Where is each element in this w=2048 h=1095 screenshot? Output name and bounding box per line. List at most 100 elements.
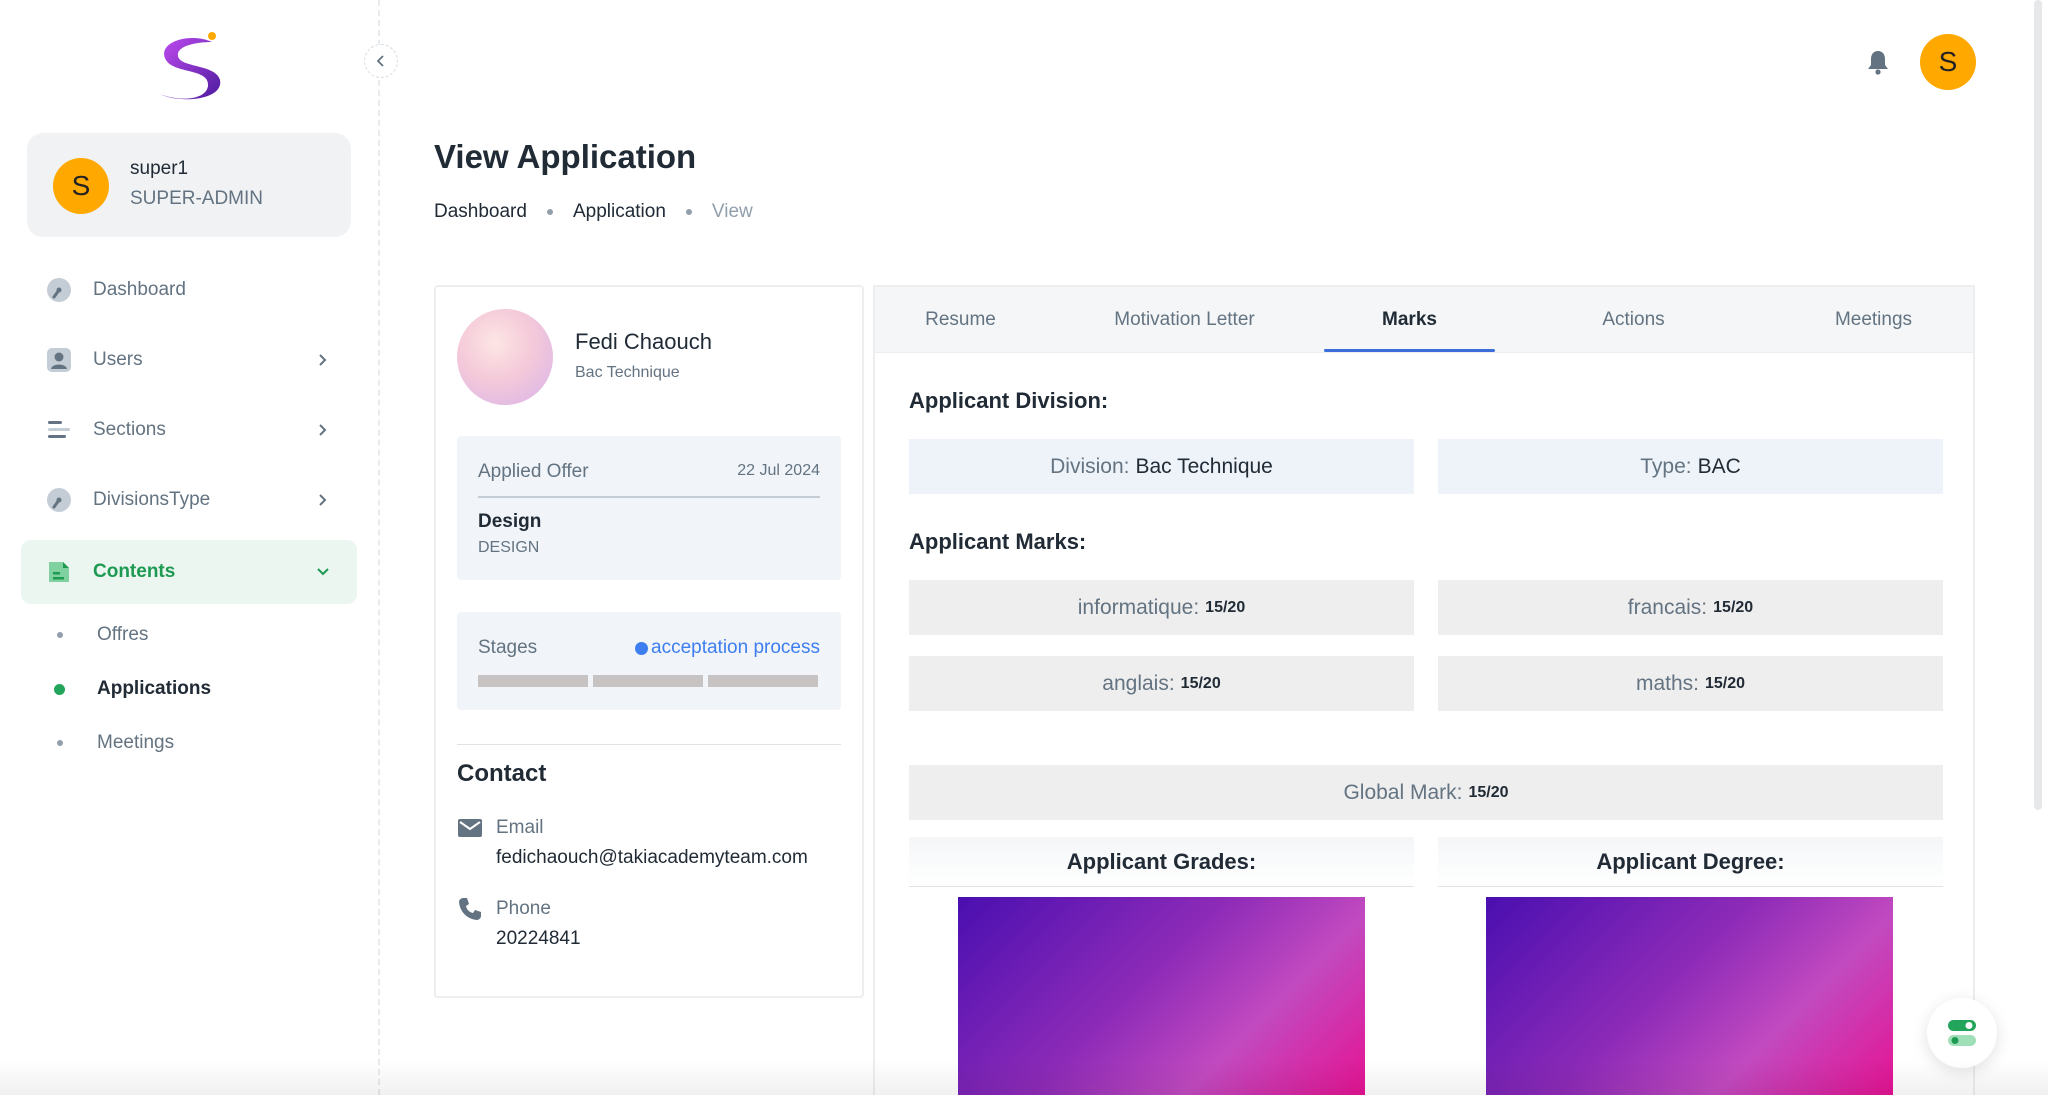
stage-progress-segment bbox=[478, 675, 588, 687]
sections-icon bbox=[46, 417, 72, 443]
nav-item-users[interactable]: Users bbox=[21, 328, 357, 392]
applied-offer-label: Applied Offer bbox=[478, 461, 589, 482]
chevron-right-icon bbox=[311, 418, 335, 442]
email-icon bbox=[458, 819, 482, 837]
breadcrumb-link-dashboard[interactable]: Dashboard bbox=[434, 201, 527, 223]
offer-code: DESIGN bbox=[478, 539, 540, 556]
subject-label: informatique: bbox=[1077, 595, 1200, 619]
notification-bell-icon[interactable] bbox=[1864, 48, 1892, 76]
subject-label: francais: bbox=[1627, 595, 1708, 619]
status-dot-icon bbox=[635, 641, 648, 655]
tab-actions[interactable]: Actions bbox=[1495, 287, 1772, 353]
applicant-profile-card: Fedi Chaouch Bac Technique Applied Offer… bbox=[434, 285, 864, 998]
grades-document-image[interactable] bbox=[958, 897, 1365, 1095]
divider bbox=[478, 496, 820, 498]
sub-item-label: Applications bbox=[97, 678, 212, 699]
mark-anglais: anglais: 15/20 bbox=[909, 656, 1414, 711]
tab-marks[interactable]: Marks bbox=[1324, 287, 1495, 353]
stage-status-text: acceptation process bbox=[651, 637, 820, 658]
type-label: Type: bbox=[1640, 454, 1692, 478]
active-tab-indicator bbox=[1324, 349, 1495, 352]
tab-meetings[interactable]: Meetings bbox=[1772, 287, 1975, 353]
type-info: Type: BAC bbox=[1438, 439, 1943, 494]
bullet-active-icon bbox=[54, 683, 65, 695]
tab-resume[interactable]: Resume bbox=[875, 287, 1046, 353]
subject-mark: 15/20 bbox=[1713, 598, 1754, 616]
bullet-icon bbox=[57, 740, 63, 746]
applied-offer-date: 22 Jul 2024 bbox=[737, 462, 820, 479]
tab-bar: Resume Motivation Letter Marks Actions M… bbox=[875, 287, 1973, 353]
division-label: Division: bbox=[1050, 454, 1130, 478]
subject-label: anglais: bbox=[1102, 671, 1175, 695]
collapse-sidebar-button[interactable] bbox=[364, 44, 398, 78]
chevron-right-icon bbox=[311, 488, 335, 512]
nav-item-sections[interactable]: Sections bbox=[21, 398, 357, 462]
account-role: SUPER-ADMIN bbox=[130, 188, 264, 209]
type-value: BAC bbox=[1697, 454, 1741, 478]
account-card[interactable]: S super1 SUPER-ADMIN bbox=[27, 133, 351, 237]
applicant-degree-title: Applicant Degree: bbox=[1438, 837, 1943, 887]
contents-icon bbox=[46, 559, 72, 585]
nav-label: Contents bbox=[93, 561, 176, 582]
contact-title: Contact bbox=[457, 760, 547, 787]
tab-motivation-letter[interactable]: Motivation Letter bbox=[1046, 287, 1323, 353]
nav-item-divisionstype[interactable]: DivisionsType bbox=[21, 468, 357, 532]
app-logo[interactable] bbox=[150, 30, 230, 105]
bullet-icon bbox=[57, 632, 63, 638]
phone-icon bbox=[459, 898, 481, 920]
stage-progress-segment bbox=[708, 675, 818, 687]
breadcrumb: Dashboard Application View bbox=[434, 201, 753, 223]
nav-item-contents[interactable]: Contents bbox=[21, 540, 357, 604]
account-avatar: S bbox=[53, 158, 109, 214]
chevron-left-icon bbox=[376, 55, 384, 67]
sub-item-offres[interactable]: Offres bbox=[21, 610, 357, 660]
sub-item-applications[interactable]: Applications bbox=[21, 664, 357, 714]
user-icon bbox=[46, 347, 72, 373]
sub-item-label: Meetings bbox=[97, 732, 175, 753]
mark-francais: francais: 15/20 bbox=[1438, 580, 1943, 635]
breadcrumb-separator bbox=[685, 209, 692, 215]
email-label: Email bbox=[496, 817, 544, 838]
applicant-division-title: Applicant Division: bbox=[909, 388, 1109, 413]
divider bbox=[457, 744, 841, 745]
breadcrumb-separator bbox=[546, 209, 553, 215]
nav-label: Users bbox=[93, 349, 143, 370]
sub-item-meetings[interactable]: Meetings bbox=[21, 718, 357, 768]
mark-maths: maths: 15/20 bbox=[1438, 656, 1943, 711]
email-value[interactable]: fedichaouch@takiacademyteam.com bbox=[496, 847, 808, 869]
settings-toggle-button[interactable] bbox=[1927, 998, 1997, 1068]
nav-label: Dashboard bbox=[93, 279, 186, 300]
divisions-icon bbox=[46, 487, 72, 513]
nav-label: DivisionsType bbox=[93, 489, 211, 510]
applicant-grades-title: Applicant Grades: bbox=[909, 837, 1414, 887]
offer-title: Design bbox=[478, 511, 542, 532]
page-title: View Application bbox=[434, 138, 697, 175]
applicant-marks-title: Applicant Marks: bbox=[909, 529, 1087, 554]
nav-item-dashboard[interactable]: Dashboard bbox=[21, 258, 357, 322]
toggle-icon bbox=[1948, 1020, 1976, 1046]
nav-label: Sections bbox=[93, 419, 166, 440]
dashboard-icon bbox=[46, 277, 72, 303]
breadcrumb-current: View bbox=[711, 201, 753, 222]
applied-offer-box: Applied Offer 22 Jul 2024 Design DESIGN bbox=[457, 436, 841, 580]
global-mark: Global Mark: 15/20 bbox=[909, 765, 1943, 820]
subject-mark: 15/20 bbox=[1180, 674, 1221, 692]
stages-label: Stages bbox=[478, 637, 538, 658]
account-name: super1 bbox=[130, 158, 189, 179]
sidebar: S super1 SUPER-ADMIN Dashboard Users Sec… bbox=[0, 0, 380, 1095]
degree-document-image[interactable] bbox=[1486, 897, 1893, 1095]
phone-label: Phone bbox=[496, 898, 551, 919]
stage-progress-segment bbox=[593, 675, 703, 687]
page-scrollbar[interactable] bbox=[2034, 0, 2042, 810]
sub-item-label: Offres bbox=[97, 624, 149, 645]
user-avatar[interactable]: S bbox=[1920, 34, 1976, 90]
chevron-right-icon bbox=[311, 348, 335, 372]
division-info: Division: Bac Technique bbox=[909, 439, 1414, 494]
subject-mark: 15/20 bbox=[1205, 598, 1246, 616]
breadcrumb-link-application[interactable]: Application bbox=[573, 201, 666, 223]
global-mark-value: 15/20 bbox=[1468, 783, 1509, 801]
chevron-down-icon bbox=[311, 560, 335, 584]
stages-box: Stages acceptation process bbox=[457, 612, 841, 710]
phone-value[interactable]: 20224841 bbox=[496, 928, 581, 950]
division-value: Bac Technique bbox=[1135, 454, 1273, 478]
